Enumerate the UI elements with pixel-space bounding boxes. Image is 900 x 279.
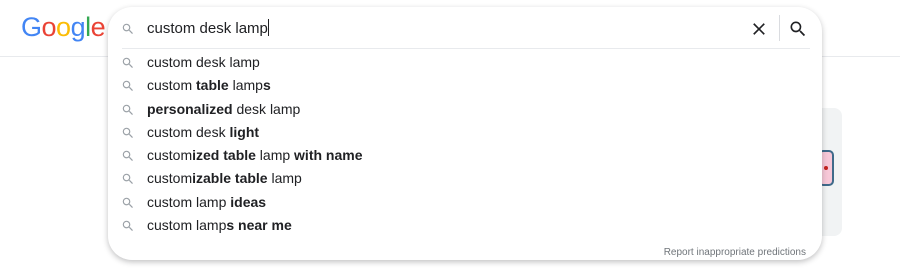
search-query-text: custom desk lamp: [147, 20, 268, 37]
search-icon: [122, 57, 133, 68]
logo-letter: G: [21, 12, 42, 42]
suggestion-bold-part: personalized: [147, 100, 233, 117]
suggestion-text: custom desk light: [147, 124, 259, 141]
suggestion-item[interactable]: custom lamps near me: [108, 214, 822, 237]
suggestion-text: custom lamps near me: [147, 217, 292, 234]
suggestion-bold-part: with name: [294, 147, 363, 164]
suggestion-item[interactable]: customizable table lamp: [108, 167, 822, 190]
suggestion-bold-part: light: [229, 123, 260, 140]
suggestion-bold-part: ized table: [192, 147, 256, 164]
button-separator: [779, 15, 780, 41]
search-icon: [122, 81, 133, 92]
suggestion-part: custom: [147, 147, 193, 164]
report-predictions-link[interactable]: Report inappropriate predictions: [664, 247, 806, 258]
search-icon: [122, 127, 133, 138]
close-icon: [753, 23, 765, 35]
suggestion-item[interactable]: personalized desk lamp: [108, 98, 822, 121]
search-box: custom desk lamp custom desk lamp custom …: [108, 7, 822, 260]
suggestion-part: custom: [147, 170, 193, 187]
suggestion-bold-part: s near me: [226, 217, 292, 234]
suggestion-part: custom lamp: [147, 193, 231, 210]
search-icon: [122, 150, 133, 162]
search-icon: [122, 220, 133, 232]
search-icon: [122, 104, 133, 115]
search-icon: [122, 23, 133, 34]
suggestion-text: customized table lamp with name: [147, 147, 363, 164]
search-icon: [122, 174, 133, 185]
logo-letter: g: [70, 12, 86, 42]
clear-search-button[interactable]: [748, 18, 770, 40]
logo-letter: e: [90, 12, 106, 42]
text-caret: [267, 19, 269, 36]
suggestion-part: lamp: [255, 147, 295, 164]
logo-letter: o: [41, 12, 57, 42]
search-submit-button[interactable]: [786, 17, 810, 41]
google-logo[interactable]: Google: [21, 12, 106, 42]
suggestion-part: lamp: [267, 170, 302, 187]
suggestion-bold-part: table: [196, 77, 229, 94]
suggestions-divider: [122, 48, 810, 49]
search-input-row[interactable]: custom desk lamp: [108, 7, 822, 49]
suggestion-bold-part: ideas: [230, 193, 267, 210]
suggestion-part: custom lamp: [147, 217, 227, 234]
suggestion-item[interactable]: custom desk light: [108, 121, 822, 144]
suggestion-item[interactable]: custom table lamps: [108, 74, 822, 97]
suggestion-item[interactable]: custom desk lamp: [108, 51, 822, 74]
suggestion-bold-part: s: [262, 77, 271, 94]
suggestion-item[interactable]: customized table lamp with name: [108, 144, 822, 167]
suggestion-part: custom: [147, 77, 197, 94]
logo-letter: o: [56, 12, 71, 42]
suggestion-text: personalized desk lamp: [147, 101, 300, 118]
search-page: Google custom desk lamp custom desk lamp…: [0, 0, 900, 279]
suggestion-part: lamp: [228, 77, 263, 94]
suggestion-text: custom desk lamp: [147, 54, 260, 71]
suggestion-bold-part: izable table: [192, 170, 268, 187]
suggestion-list: custom desk lamp custom table lamps person…: [108, 51, 822, 237]
suggestion-part: desk lamp: [232, 100, 301, 117]
suggestion-text: custom lamp ideas: [147, 194, 266, 211]
suggestion-item[interactable]: custom lamp ideas: [108, 191, 822, 214]
search-input[interactable]: custom desk lamp: [147, 19, 269, 38]
suggestion-text: customizable table lamp: [147, 170, 302, 187]
suggestion-part: custom desk: [147, 123, 230, 140]
search-icon: [790, 21, 806, 37]
suggestion-text: custom table lamps: [147, 77, 271, 94]
suggestion-part: custom desk lamp: [147, 54, 260, 70]
search-icon: [122, 197, 133, 208]
